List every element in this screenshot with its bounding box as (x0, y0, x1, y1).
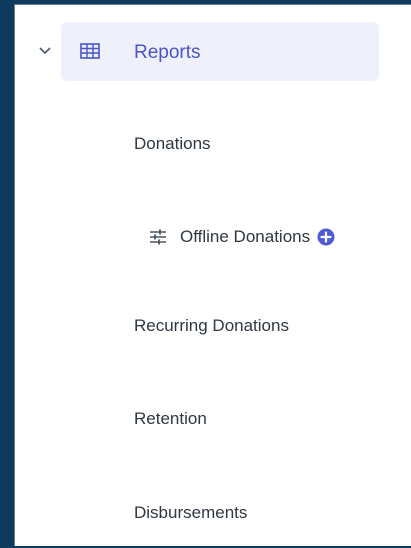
nav-item-reports-label: Reports (134, 42, 201, 63)
nav-item-disbursements[interactable]: Disbursements (134, 502, 247, 524)
sliders-icon (148, 228, 168, 246)
nav-item-donations[interactable]: Donations (134, 133, 211, 155)
table-grid-icon (80, 43, 100, 59)
report-nav-panel: Reports Donations Offline Donations Recu… (14, 4, 411, 546)
nav-item-offline-donations[interactable]: Offline Donations (148, 225, 336, 249)
nav-item-recurring-donations[interactable]: Recurring Donations (134, 315, 289, 337)
chevron-down-icon[interactable] (38, 44, 52, 58)
add-circle-icon[interactable] (316, 227, 336, 247)
nav-item-offline-donations-label: Offline Donations (180, 227, 311, 246)
nav-item-reports[interactable]: Reports (61, 22, 379, 81)
nav-item-retention[interactable]: Retention (134, 408, 207, 430)
